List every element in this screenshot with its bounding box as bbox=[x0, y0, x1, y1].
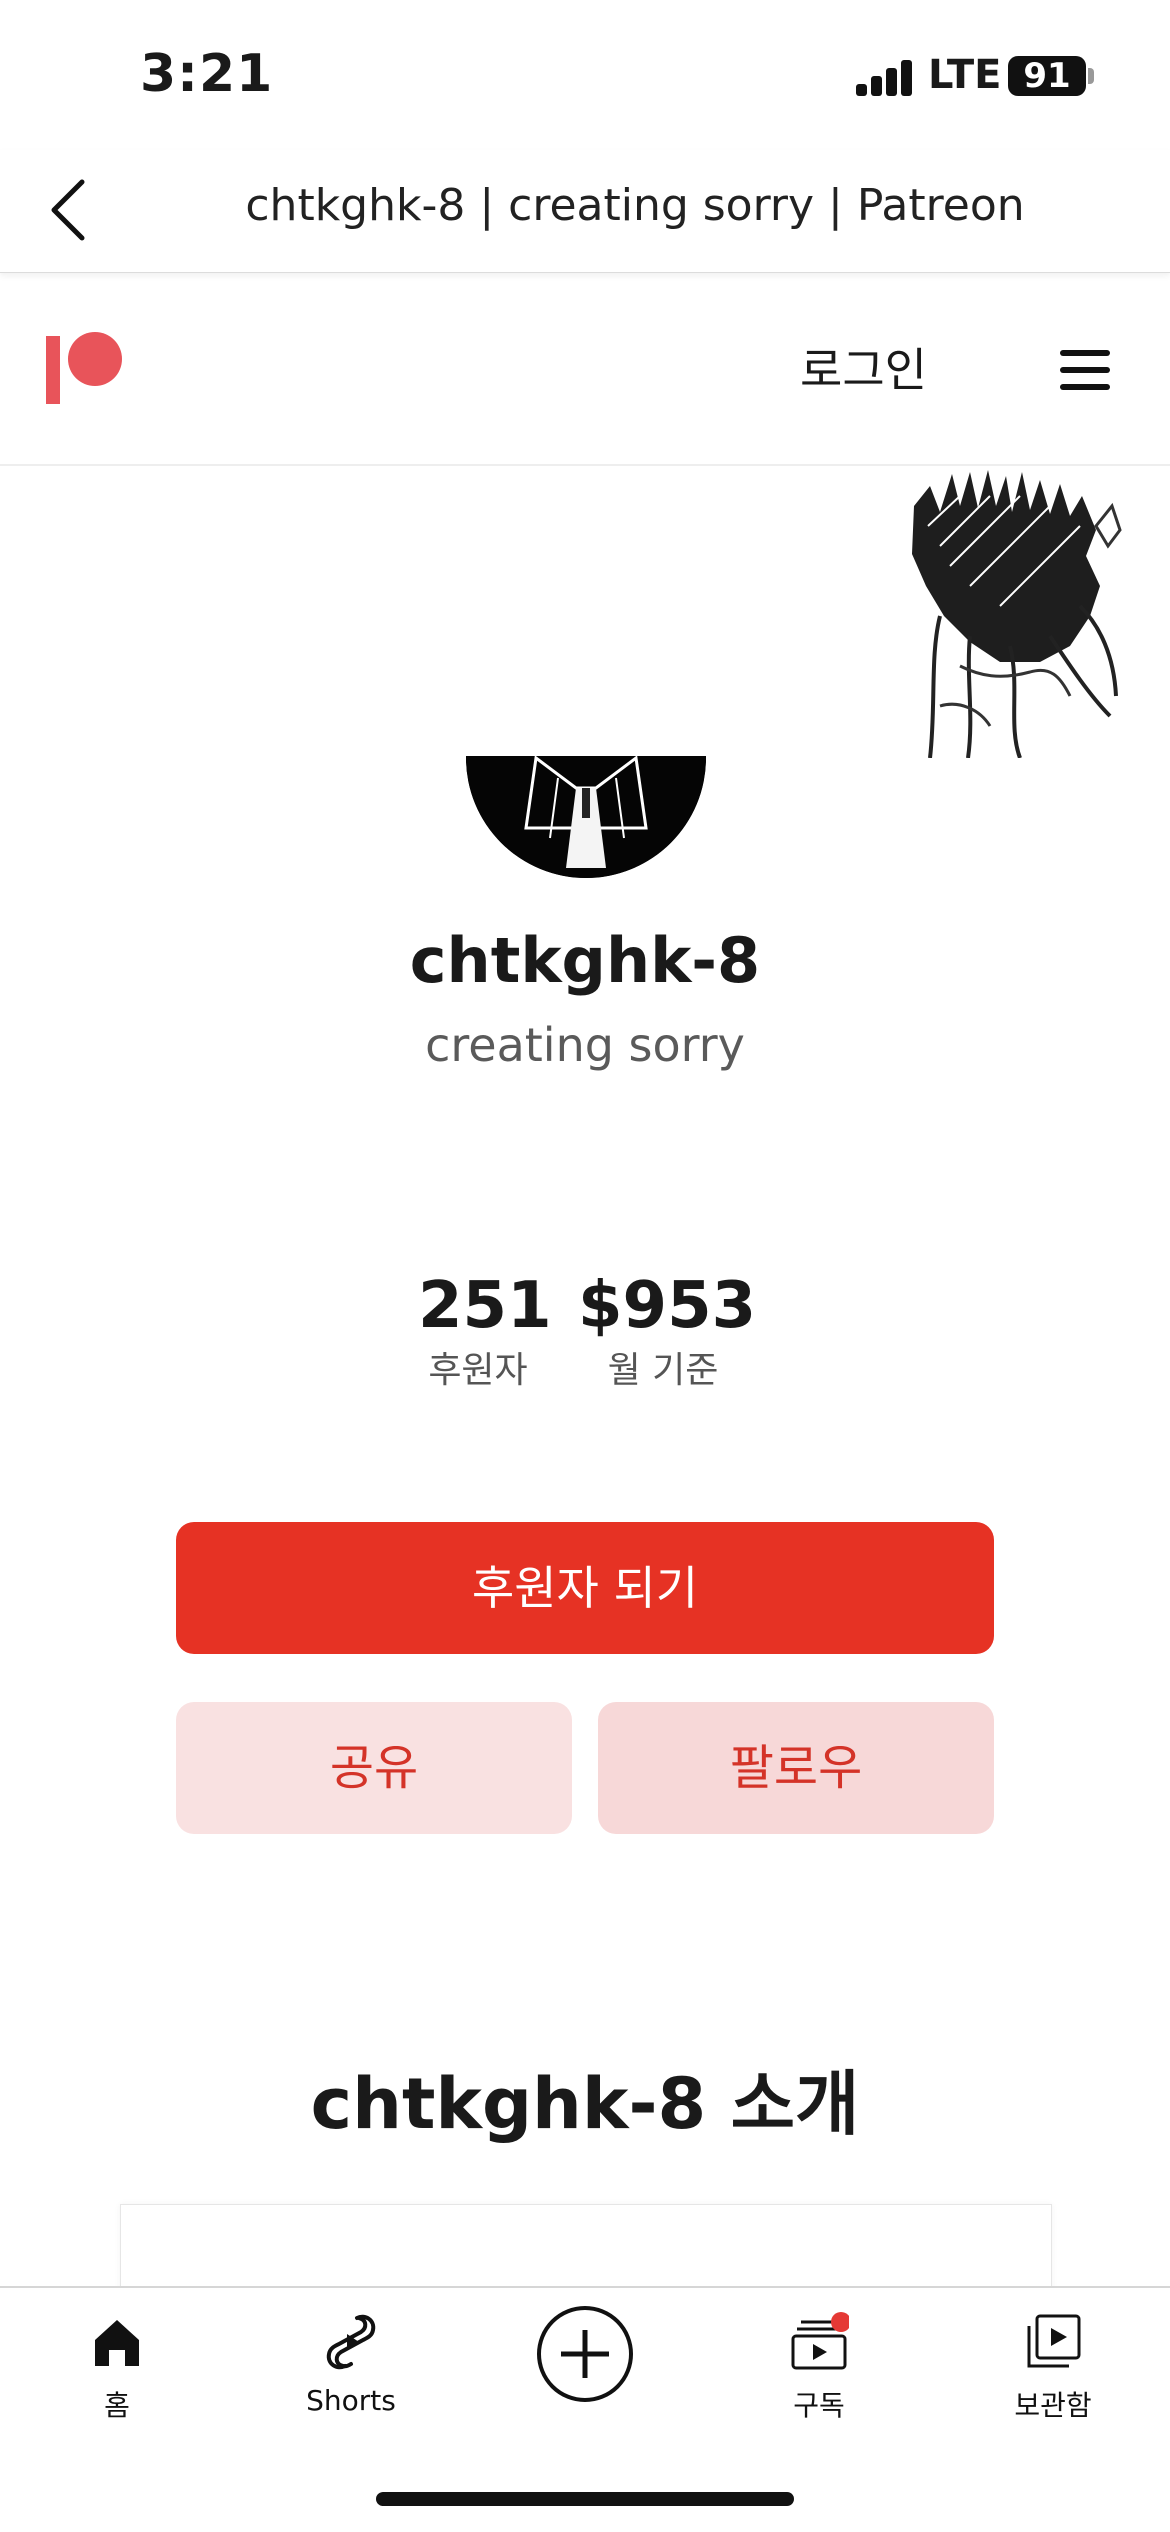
tab-create[interactable] bbox=[468, 2288, 702, 2468]
cover-image bbox=[900, 466, 1130, 759]
app-screen: 3:21 LTE 91 chtkghk-8 | creating sorry |… bbox=[0, 0, 1170, 2532]
about-heading: chtkghk-8 소개 bbox=[310, 2063, 860, 2145]
login-link[interactable]: 로그인 bbox=[800, 334, 927, 400]
patrons-count: 251 bbox=[418, 1269, 552, 1343]
logo-dot bbox=[68, 332, 122, 386]
tab-home[interactable]: 홈 bbox=[0, 2288, 234, 2468]
page-title: chtkghk-8 | creating sorry | Patreon bbox=[245, 180, 1025, 231]
battery-nub bbox=[1088, 68, 1094, 84]
battery-icon: 91 bbox=[1008, 56, 1086, 96]
tab-library-label: 보관함 bbox=[1014, 2389, 1092, 2422]
creator-tagline: creating sorry bbox=[425, 1018, 745, 1072]
site-header: 로그인 bbox=[0, 272, 1170, 466]
tab-library[interactable]: 보관함 bbox=[936, 2288, 1170, 2468]
become-patron-button[interactable]: 후원자 되기 bbox=[176, 1522, 994, 1654]
avatar-image bbox=[466, 756, 706, 878]
tab-shorts-label: Shorts bbox=[306, 2384, 396, 2417]
creator-avatar[interactable] bbox=[466, 756, 706, 878]
home-indicator bbox=[376, 2492, 794, 2506]
income-label: 월 기준 bbox=[607, 1350, 719, 1391]
income-amount: $953 bbox=[578, 1269, 757, 1343]
income-stat: $953 월 기준 bbox=[578, 1266, 757, 1396]
patrons-stat: 251 후원자 bbox=[418, 1266, 552, 1396]
shorts-icon bbox=[326, 2314, 376, 2370]
patrons-label: 후원자 bbox=[428, 1350, 528, 1391]
browser-nav-bar: chtkghk-8 | creating sorry | Patreon bbox=[0, 150, 1170, 273]
creator-name: chtkghk-8 bbox=[409, 924, 761, 997]
follow-button[interactable]: 팔로우 bbox=[598, 1702, 994, 1834]
subscriptions-icon bbox=[791, 2312, 849, 2370]
tab-subscriptions[interactable]: 구독 bbox=[702, 2288, 936, 2468]
status-time: 3:21 bbox=[140, 44, 274, 104]
network-type: LTE bbox=[928, 52, 1002, 98]
status-bar: 3:21 LTE 91 bbox=[0, 0, 1170, 150]
chevron-left-icon bbox=[51, 179, 85, 241]
library-icon bbox=[1027, 2314, 1081, 2368]
signal-icon bbox=[856, 60, 914, 96]
logo-bar bbox=[46, 336, 60, 404]
patreon-logo[interactable] bbox=[46, 332, 122, 404]
share-button[interactable]: 공유 bbox=[176, 1702, 572, 1834]
hamburger-menu-icon[interactable] bbox=[1060, 350, 1110, 390]
tab-home-label: 홈 bbox=[104, 2389, 130, 2422]
tab-shorts[interactable]: Shorts bbox=[234, 2288, 468, 2468]
tab-subscriptions-label: 구독 bbox=[793, 2389, 845, 2422]
back-button[interactable] bbox=[40, 172, 100, 248]
create-plus-icon bbox=[537, 2306, 633, 2402]
home-icon bbox=[95, 2320, 139, 2366]
